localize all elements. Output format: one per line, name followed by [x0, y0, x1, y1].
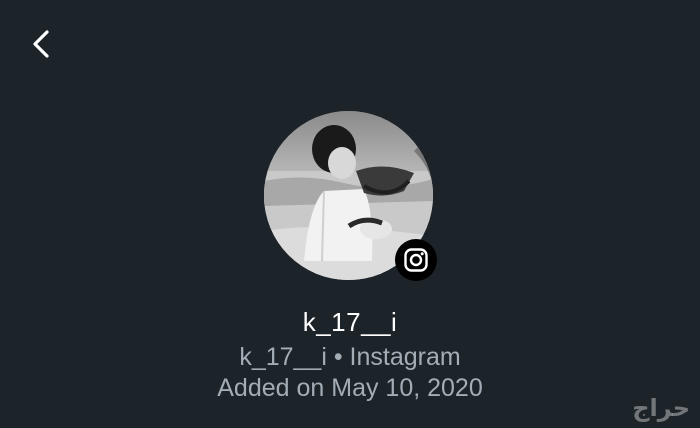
- back-button[interactable]: [22, 24, 62, 64]
- account-source: k_17__i • Instagram: [239, 343, 461, 371]
- chevron-left-icon: [33, 30, 49, 58]
- added-date: Added on May 10, 2020: [217, 374, 483, 402]
- watermark-logo: حراج: [632, 394, 690, 422]
- contact-detail-screen: k_17__i k_17__i • Instagram Added on May…: [0, 0, 700, 428]
- instagram-icon: [404, 248, 428, 272]
- username: k_17__i: [302, 307, 398, 337]
- avatar-container: [264, 111, 437, 282]
- instagram-badge: [395, 239, 437, 281]
